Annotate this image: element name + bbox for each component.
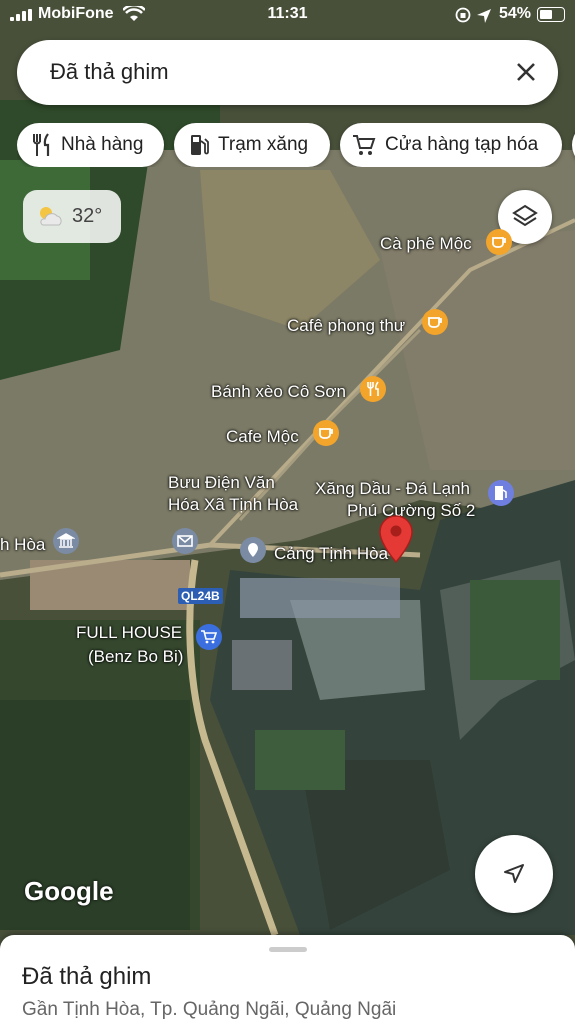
cart-icon [353,135,376,155]
temperature: 32° [72,205,103,227]
dropped-pin-icon[interactable] [378,514,414,564]
chip-gas-stations[interactable]: Trạm xăng [174,123,330,167]
coffee-pin[interactable] [422,309,448,335]
navigation-arrow-icon [504,864,524,883]
place-pin[interactable] [240,537,266,563]
chip-grocery[interactable]: Cửa hàng tạp hóa [340,123,562,167]
google-attribution: Google [24,876,114,906]
post-office-pin[interactable] [172,528,198,554]
place-bottom-sheet[interactable]: Đã thả ghim Gần Tịnh Hòa, Tp. Quảng Ngãi… [0,935,575,1024]
close-icon[interactable] [514,60,538,84]
restaurant-icon [33,133,50,156]
poi-label-xang-dau-1: Xăng Dầu - Đá Lạnh [315,479,470,498]
chip-restaurants[interactable]: Nhà hàng [17,123,164,167]
coffee-pin[interactable] [313,420,339,446]
status-bar: MobiFone 11:31 54% [0,0,575,30]
poi-label-full-house-2: (Benz Bo Bi) [88,647,184,666]
coffee-pin[interactable] [486,229,512,255]
gas-pin[interactable] [488,480,514,506]
poi-label-cafe-moc: Cafe Mộc [226,427,299,446]
cart-icon [201,630,218,644]
poi-label-cang: Cảng Tịnh Hòa [274,544,389,563]
my-location-button[interactable] [475,835,553,913]
mail-icon [177,535,193,547]
drag-handle[interactable] [269,947,307,952]
poi-label-tinh-hoa: h Hòa [0,535,46,554]
shop-pin[interactable] [196,624,222,650]
battery-icon [537,7,565,22]
category-chips: Nhà hàng Trạm xăng Cửa hàng tạp hóa [17,123,575,167]
chip-label: Cửa hàng tạp hóa [385,134,539,155]
partly-cloudy-icon [40,207,62,226]
gas-station-icon [191,135,209,155]
coffee-icon [492,237,506,248]
battery-percent: 54% [498,5,531,22]
restaurant-icon [367,381,379,396]
layers-icon [512,204,538,227]
weather-badge[interactable]: 32° [23,190,121,243]
chip-label: Trạm xăng [218,134,309,155]
location-icon [248,543,258,557]
coffee-icon [428,317,442,328]
gas-station-icon [495,486,507,500]
restaurant-pin[interactable] [360,376,386,402]
poi-label-buu-dien-2: Hóa Xã Tịnh Hòa [168,495,299,514]
orientation-lock-icon [455,7,471,23]
poi-label-ca-phe-moc: Cà phê Mộc [380,234,472,253]
poi-label-banh-xeo: Bánh xèo Cô Sơn [211,382,346,401]
coffee-icon [319,428,333,439]
chip-label: Nhà hàng [61,134,144,155]
road-badge: QL24B [178,588,223,604]
location-arrow-icon [477,9,491,23]
poi-label-cafe-phong-thu: Cafê phong thư [287,316,406,335]
landmark-icon [57,533,75,548]
search-bar[interactable]: Đã thả ghim [17,40,558,105]
search-input[interactable]: Đã thả ghim [50,59,169,85]
place-title: Đã thả ghim [22,963,152,990]
landmark-pin[interactable] [53,528,79,554]
poi-label-full-house-1: FULL HOUSE [76,623,183,642]
place-address: Gần Tịnh Hòa, Tp. Quảng Ngãi, Quảng Ngãi [22,999,397,1020]
poi-label-buu-dien-1: Bưu Điện Văn [168,473,275,492]
